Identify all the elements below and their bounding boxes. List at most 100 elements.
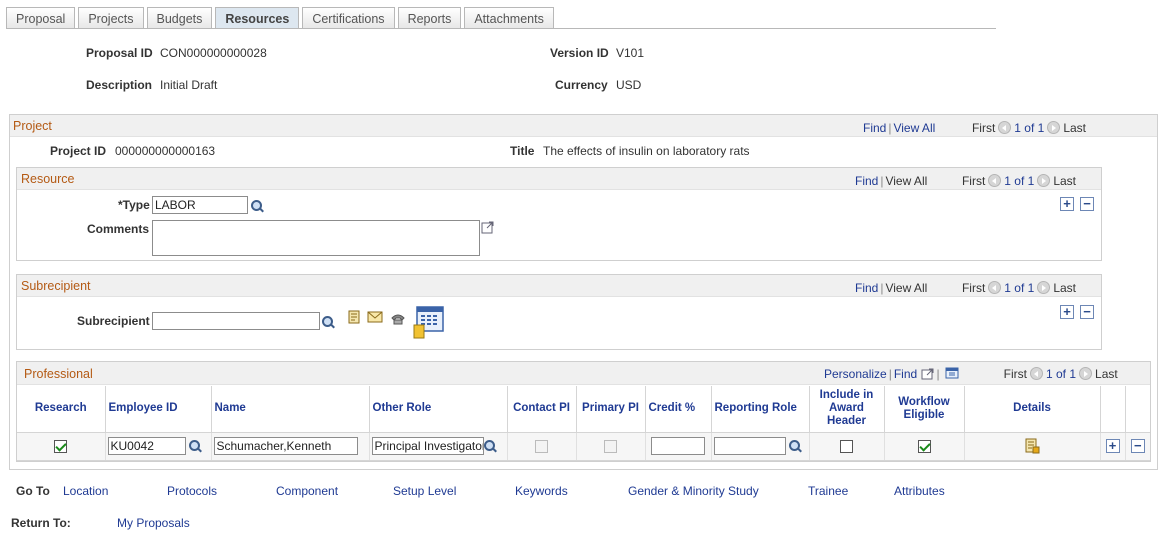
professional-title: Professional <box>24 367 93 381</box>
reporting-role-input[interactable] <box>713 437 786 455</box>
project-view-all-link[interactable]: View All <box>893 121 935 135</box>
workflow-eligible-checkbox[interactable] <box>917 439 931 453</box>
col-research[interactable]: Research <box>17 386 106 433</box>
col-primary-pi[interactable]: Primary PI <box>576 386 646 433</box>
calculator-grid-icon[interactable] <box>413 306 445 340</box>
other-role-input[interactable]: Principal Investigator <box>371 437 484 455</box>
col-employee-id[interactable]: Employee ID <box>105 386 212 433</box>
search-icon[interactable] <box>788 439 802 453</box>
professional-nav: Personalize | Find | First 1 of 1 Last <box>824 367 1118 381</box>
contact-pi-checkbox[interactable] <box>535 439 548 453</box>
search-icon[interactable] <box>483 439 497 453</box>
subrecipient-label: Subrecipient <box>77 314 150 328</box>
add-row-icon[interactable]: + <box>1060 197 1074 211</box>
my-proposals-link[interactable]: My Proposals <box>117 516 190 530</box>
expand-textarea-icon[interactable] <box>481 220 495 234</box>
download-grid-icon[interactable] <box>945 367 959 379</box>
delete-row-icon[interactable]: − <box>1080 305 1094 319</box>
search-icon[interactable] <box>188 439 202 453</box>
delete-row-icon[interactable]: − <box>1080 197 1094 211</box>
col-reporting-role[interactable]: Reporting Role <box>711 386 810 433</box>
previous-icon[interactable] <box>1030 367 1043 380</box>
next-icon[interactable] <box>1037 174 1051 187</box>
tab-attachments[interactable]: Attachments <box>464 7 554 29</box>
search-icon[interactable] <box>251 200 264 213</box>
resource-first: First <box>961 174 986 188</box>
search-icon[interactable] <box>322 316 335 329</box>
details-icon[interactable] <box>1024 438 1040 454</box>
col-add <box>1100 386 1126 433</box>
add-row-icon[interactable]: + <box>1105 439 1120 453</box>
currency-value: USD <box>616 78 642 92</box>
next-icon[interactable] <box>1047 121 1061 134</box>
employee-id-input[interactable]: KU0042 <box>107 437 186 455</box>
previous-icon[interactable] <box>998 121 1012 134</box>
version-id-label: Version ID <box>550 46 609 60</box>
professional-table: Research Employee ID Name Other Role Con… <box>17 386 1150 461</box>
project-title-label: Title <box>510 144 535 158</box>
proposal-id-label: Proposal ID <box>86 46 153 60</box>
phone-icon[interactable] <box>390 313 406 325</box>
goto-attributes-link[interactable]: Attributes <box>894 484 945 498</box>
subrecipient-first: First <box>961 281 986 295</box>
view-all-icon[interactable] <box>921 367 935 380</box>
name-input[interactable]: Schumacher,Kenneth <box>213 437 358 455</box>
professional-find-link[interactable]: Find <box>894 367 917 381</box>
col-details[interactable]: Details <box>964 386 1101 433</box>
delete-row-icon[interactable]: − <box>1130 439 1145 453</box>
subrecipient-view-all: View All <box>885 281 928 295</box>
subrecipient-last: Last <box>1053 281 1077 295</box>
goto-gender-minority-link[interactable]: Gender & Minority Study <box>628 484 759 498</box>
col-include-award-header[interactable]: Include in Award Header <box>809 386 885 433</box>
project-find-link[interactable]: Find <box>863 121 886 135</box>
col-workflow-eligible[interactable]: Workflow Eligible <box>884 386 965 433</box>
goto-location-link[interactable]: Location <box>63 484 108 498</box>
goto-trainee-link[interactable]: Trainee <box>808 484 848 498</box>
professional-count: 1 of 1 <box>1046 367 1077 381</box>
envelope-icon[interactable] <box>367 311 383 323</box>
table-row: KU0042 Schumacher,Kenneth Principal Inve… <box>17 432 1150 461</box>
add-row-icon[interactable]: + <box>1060 305 1074 319</box>
primary-pi-checkbox[interactable] <box>604 439 617 453</box>
col-credit[interactable]: Credit % <box>645 386 712 433</box>
resource-nav: Find | View All First 1 of 1 Last <box>855 174 1077 188</box>
previous-icon[interactable] <box>988 174 1002 187</box>
subrecipient-input[interactable] <box>152 312 320 330</box>
previous-icon[interactable] <box>988 281 1002 294</box>
document-icon[interactable] <box>347 310 361 325</box>
credit-input[interactable] <box>651 437 705 455</box>
type-input[interactable] <box>152 196 248 214</box>
tab-divider <box>6 28 996 29</box>
comments-textarea[interactable] <box>152 220 480 256</box>
return-to-label: Return To: <box>11 516 71 530</box>
next-icon[interactable] <box>1079 367 1093 380</box>
personalize-link[interactable]: Personalize <box>824 367 887 381</box>
tab-proposal[interactable]: Proposal <box>6 7 76 29</box>
tab-reports[interactable]: Reports <box>397 7 462 29</box>
research-checkbox[interactable] <box>54 439 68 453</box>
tab-certifications[interactable]: Certifications <box>302 7 395 29</box>
goto-keywords-link[interactable]: Keywords <box>515 484 568 498</box>
tab-budgets[interactable]: Budgets <box>146 7 213 29</box>
col-name[interactable]: Name <box>211 386 370 433</box>
col-delete <box>1125 386 1150 433</box>
project-id-label: Project ID <box>50 144 107 158</box>
resource-section: Resource Find | View All First 1 of 1 Last *… <box>16 167 1102 261</box>
include-award-header-checkbox[interactable] <box>840 439 853 453</box>
professional-first: First <box>1003 367 1027 381</box>
tab-projects[interactable]: Projects <box>78 7 144 29</box>
goto-protocols-link[interactable]: Protocols <box>167 484 217 498</box>
tab-resources[interactable]: Resources <box>215 7 300 28</box>
goto-setup-level-link[interactable]: Setup Level <box>393 484 456 498</box>
col-contact-pi[interactable]: Contact PI <box>507 386 577 433</box>
tab-bar: Proposal Projects Budgets Resources Cert… <box>6 7 557 29</box>
comments-label: Comments <box>87 222 150 236</box>
resource-find-link[interactable]: Find <box>855 174 878 188</box>
goto-component-link[interactable]: Component <box>276 484 338 498</box>
subrecipient-find-link[interactable]: Find <box>855 281 878 295</box>
description-value: Initial Draft <box>160 78 218 92</box>
col-other-role[interactable]: Other Role <box>369 386 508 433</box>
next-icon[interactable] <box>1037 281 1051 294</box>
project-id-value: 000000000000163 <box>115 144 216 158</box>
subrecipient-nav: Find | View All First 1 of 1 Last <box>855 281 1077 295</box>
